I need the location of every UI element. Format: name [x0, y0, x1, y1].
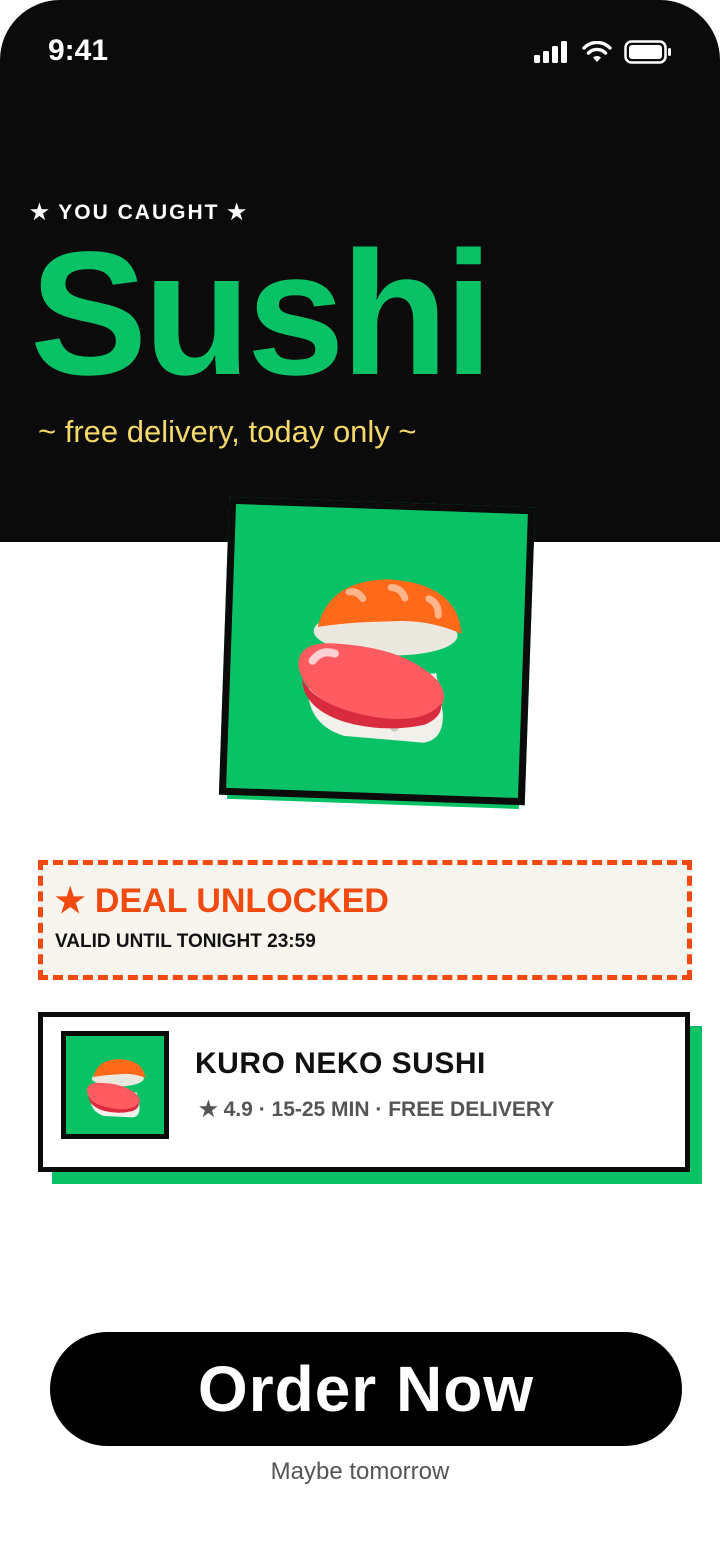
status-icons — [534, 40, 672, 64]
sushi-icon — [86, 1059, 146, 1118]
restaurant-meta: ★ 4.9 · 15-25 MIN · FREE DELIVERY — [199, 1098, 555, 1121]
status-time: 9:41 — [48, 34, 109, 67]
hero-subline: ~ free delivery, today only ~ — [38, 414, 417, 449]
deal-validity: VALID UNTIL TONIGHT 23:59 — [55, 931, 316, 952]
restaurant-card[interactable]: KURO NEKO SUSHI ★ 4.9 · 15-25 MIN · FREE… — [38, 1012, 690, 1172]
hero-image-card — [218, 496, 536, 806]
sushi-icon — [298, 579, 462, 743]
page-title: Sushi — [30, 216, 493, 412]
signal-icon — [534, 41, 567, 63]
deal-banner: ★ DEAL UNLOCKED VALID UNTIL TONIGHT 23:5… — [38, 860, 692, 980]
restaurant-thumbnail — [61, 1031, 169, 1139]
maybe-tomorrow-link[interactable]: Maybe tomorrow — [0, 1458, 720, 1486]
order-now-button[interactable]: Order Now — [50, 1332, 682, 1446]
deal-title: ★ DEAL UNLOCKED — [55, 882, 389, 920]
app-screen: 9:41 ★ YOU CAUGHT ★ Sushi ~ free deliver… — [0, 0, 720, 1560]
restaurant-name: KURO NEKO SUSHI — [195, 1047, 486, 1080]
wifi-icon — [582, 41, 612, 62]
battery-icon — [624, 40, 671, 64]
hero-banner: 9:41 ★ YOU CAUGHT ★ Sushi ~ free deliver… — [0, 0, 720, 542]
